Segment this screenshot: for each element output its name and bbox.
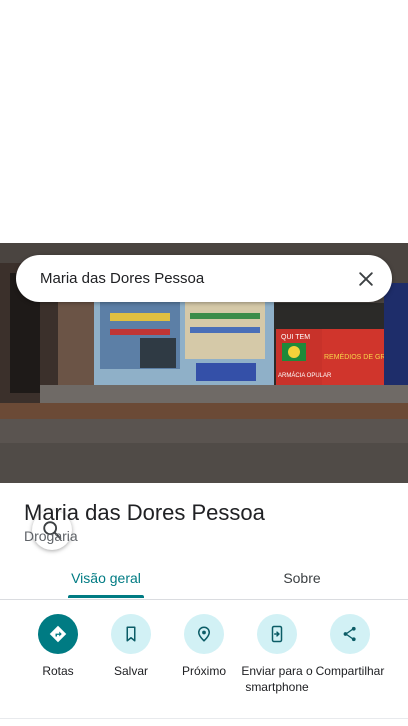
directions-label: Rotas	[42, 664, 74, 678]
bookmark-icon	[126, 626, 136, 642]
place-title: Maria das Dores Pessoa	[24, 500, 265, 525]
divider	[0, 599, 408, 600]
directions-button[interactable]: Rotas	[18, 614, 98, 679]
search-bar	[16, 255, 392, 550]
photo-sign-left: QUI TEM	[281, 334, 310, 341]
share-chip	[330, 614, 370, 654]
send-to-phone-button[interactable]: Enviar para o smartphone	[237, 614, 317, 695]
action-bar: Rotas Salvar Próximo Enviar para o smart…	[0, 614, 408, 714]
save-label: Salvar	[113, 664, 148, 678]
tab-about[interactable]: Sobre	[262, 555, 342, 600]
send-to-phone-chip	[257, 614, 297, 654]
search-input[interactable]	[16, 255, 346, 302]
nearby-button[interactable]: Próximo	[164, 614, 244, 679]
send-to-phone-icon	[271, 625, 283, 643]
send-to-phone-label: Enviar para o smartphone	[241, 664, 313, 694]
directions-icon	[49, 625, 67, 643]
tab-bar: Visão geral Sobre	[0, 555, 408, 600]
nearby-label: Próximo	[181, 664, 226, 678]
clear-button[interactable]	[346, 259, 386, 299]
save-button[interactable]: Salvar	[91, 614, 171, 679]
share-button[interactable]: Compartilhar	[310, 614, 390, 679]
photo-sign-left-bottom: ARMÁCIA OPULAR	[278, 372, 332, 379]
bottom-divider	[0, 718, 408, 719]
close-icon	[359, 271, 373, 286]
save-chip	[111, 614, 151, 654]
tab-overview[interactable]: Visão geral	[64, 555, 148, 600]
share-label: Compartilhar	[315, 664, 385, 678]
nearby-icon	[197, 626, 211, 642]
tab-indicator	[68, 595, 144, 598]
directions-chip	[38, 614, 78, 654]
nearby-chip	[184, 614, 224, 654]
share-icon	[343, 626, 356, 642]
place-category[interactable]: Drogaria	[24, 528, 78, 544]
